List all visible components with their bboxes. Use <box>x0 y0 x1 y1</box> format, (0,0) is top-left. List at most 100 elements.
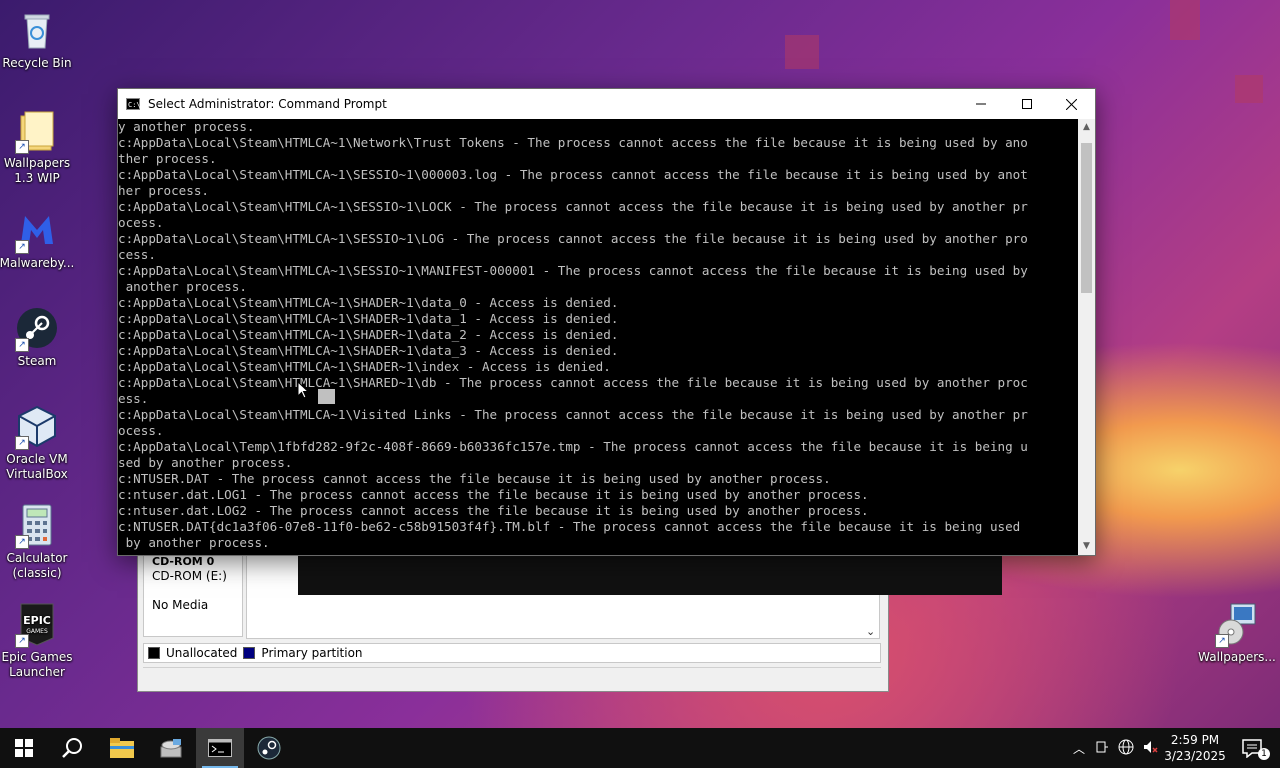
chevron-up-icon[interactable]: ︿ <box>1068 740 1090 757</box>
media-status: No Media <box>152 598 209 612</box>
console-line: c:AppData\Local\Steam\HTMLCA~1\SESSIO~1\… <box>118 167 1028 182</box>
unallocated-swatch <box>148 647 160 659</box>
steam-icon <box>257 736 281 760</box>
console-line: c:NTUSER.DAT{dc1a3f06-07e8-11f0-be62-c58… <box>118 519 1021 534</box>
console-line: by another process. <box>118 535 270 550</box>
console-line: ess. <box>118 391 149 406</box>
device-icon[interactable] <box>1090 740 1114 757</box>
console-line: cess. <box>118 247 156 262</box>
notification-badge: 1 <box>1258 748 1270 760</box>
chevron-down-icon[interactable]: ⌄ <box>866 625 875 638</box>
console-line: c:ntuser.dat.LOG2 - The process cannot a… <box>118 503 869 518</box>
console-line: c:AppData\Local\Steam\HTMLCA~1\SHADER~1\… <box>118 327 619 342</box>
close-button[interactable] <box>1048 89 1094 119</box>
scroll-down-icon[interactable]: ▼ <box>1078 538 1095 555</box>
epic-games-icon: EPIC GAMES ↗ <box>15 602 59 648</box>
svg-text:GAMES: GAMES <box>26 628 48 635</box>
disk-graph-overlay <box>298 551 1002 595</box>
background-decoration <box>1170 0 1200 40</box>
desktop-icon-label: Wallpapers... <box>1198 650 1276 664</box>
window-titlebar[interactable]: C:\ Select Administrator: Command Prompt <box>118 89 1095 119</box>
command-prompt-icon[interactable]: C:\ <box>126 98 141 110</box>
console-line: c:AppData\Local\Steam\HTMLCA~1\SESSIO~1\… <box>118 231 1028 246</box>
command-prompt-window[interactable]: C:\ Select Administrator: Command Prompt… <box>117 88 1096 556</box>
disk-management-window[interactable]: CD-ROM 0 CD-ROM (E:) No Media ⌄ Unalloca… <box>137 550 1002 692</box>
console-line: y another process. <box>118 119 255 134</box>
steam-icon: ↗ <box>15 306 59 352</box>
desktop-icon-calculator[interactable]: ↗ Calculator (classic) <box>0 503 76 581</box>
console-line: another process. <box>118 279 247 294</box>
desktop-icon-epic-games[interactable]: EPIC GAMES ↗ Epic Games Launcher <box>0 602 76 680</box>
clock-date: 3/23/2025 <box>1164 749 1226 763</box>
calculator-icon: ↗ <box>15 503 59 549</box>
desktop-icon-label: Calculator (classic) <box>6 551 68 580</box>
desktop-icon-virtualbox[interactable]: ↗ Oracle VM VirtualBox <box>0 404 76 482</box>
start-button[interactable] <box>0 728 48 768</box>
search-button[interactable] <box>48 728 96 768</box>
shortcut-arrow-icon: ↗ <box>15 338 29 352</box>
virtualbox-icon: ↗ <box>15 404 59 450</box>
start-icon <box>15 739 33 757</box>
console-output[interactable]: y another process. c:AppData\Local\Steam\… <box>118 119 1078 555</box>
desktop-icon-recycle-bin[interactable]: Recycle Bin <box>0 8 76 71</box>
disk-info-cell[interactable]: CD-ROM 0 CD-ROM (E:) No Media <box>143 551 243 637</box>
clock[interactable]: 2:59 PM 3/23/2025 <box>1160 732 1230 764</box>
desktop-icon-label: Epic Games Launcher <box>1 650 73 679</box>
console-line: sed by another process. <box>118 455 293 470</box>
volume-muted-icon[interactable] <box>1138 739 1162 758</box>
scrollbar-thumb[interactable] <box>1081 143 1092 293</box>
desktop-icon-wallpapers-folder[interactable]: ↗ Wallpapers 1.3 WIP <box>0 108 76 186</box>
system-tray: ︿ <box>1068 728 1162 768</box>
desktop-icon-label: Steam <box>17 354 57 368</box>
background-decoration <box>1235 75 1263 103</box>
minimize-icon <box>976 103 986 105</box>
file-explorer-button[interactable] <box>98 728 146 768</box>
primary-partition-swatch <box>243 647 256 659</box>
console-line: c:AppData\Local\Steam\HTMLCA~1\SESSIO~1\… <box>118 199 1028 214</box>
disk-management-button[interactable] <box>147 728 195 768</box>
console-line: her process. <box>118 183 209 198</box>
status-bar <box>143 667 881 688</box>
network-globe-icon[interactable] <box>1114 739 1138 758</box>
background-decoration <box>785 35 819 69</box>
clock-time: 2:59 PM <box>1170 733 1220 747</box>
console-line: c:AppData\Local\Steam\HTMLCA~1\SHADER~1\… <box>118 343 619 358</box>
command-prompt-taskbar-button[interactable] <box>196 728 244 768</box>
console-line: c:AppData\Local\Steam\HTMLCA~1\SESSIO~1\… <box>118 263 1028 278</box>
desktop-icon-label: Oracle VM VirtualBox <box>6 452 68 481</box>
steam-taskbar-button[interactable] <box>245 728 293 768</box>
maximize-icon <box>1022 99 1032 109</box>
window-title: Select Administrator: Command Prompt <box>148 97 387 111</box>
svg-text:EPIC: EPIC <box>23 614 51 627</box>
desktop-icon-steam[interactable]: ↗ Steam <box>0 306 76 369</box>
search-icon <box>62 738 82 758</box>
close-icon <box>1065 98 1077 110</box>
recycle-bin-icon <box>15 8 59 52</box>
desktop-icon-label: Malwareby... <box>0 256 75 270</box>
folder-icon: ↗ <box>15 108 59 154</box>
desktop-icon-wallpapers-setup[interactable]: ↗ Wallpapers... <box>1198 602 1276 665</box>
partition-legend: Unallocated Primary partition <box>143 643 881 663</box>
console-line: c:AppData\Local\Steam\HTMLCA~1\Visited L… <box>118 407 1028 422</box>
maximize-button[interactable] <box>1004 89 1050 119</box>
console-line: ocess. <box>118 423 164 438</box>
shortcut-arrow-icon: ↗ <box>15 140 29 154</box>
shortcut-arrow-icon: ↗ <box>15 535 29 549</box>
scroll-up-icon[interactable]: ▲ <box>1078 119 1095 136</box>
minimize-button[interactable] <box>958 89 1004 119</box>
console-line: c:ntuser.dat.LOG1 - The process cannot a… <box>118 487 869 502</box>
action-center-button[interactable]: 1 <box>1228 728 1276 768</box>
desktop-icon-malwarebytes[interactable]: ↗ Malwareby... <box>0 208 76 271</box>
shortcut-arrow-icon: ↗ <box>1215 634 1229 648</box>
console-line: c:AppData\Local\Steam\HTMLCA~1\SHARED~1\… <box>118 375 1028 390</box>
malwarebytes-icon: ↗ <box>15 208 59 254</box>
command-prompt-icon <box>208 739 232 757</box>
vertical-scrollbar[interactable]: ▲ ▼ <box>1078 119 1095 555</box>
legend-label: Unallocated <box>166 646 238 660</box>
mouse-cursor-icon <box>297 381 309 399</box>
console-line: c:AppData\Local\Temp\1fbfd282-9f2c-408f-… <box>118 439 1028 454</box>
console-line: ocess. <box>118 215 164 230</box>
legend-label: Primary partition <box>261 646 363 660</box>
desktop-icon-label: Wallpapers 1.3 WIP <box>3 156 71 185</box>
shortcut-arrow-icon: ↗ <box>15 436 29 450</box>
